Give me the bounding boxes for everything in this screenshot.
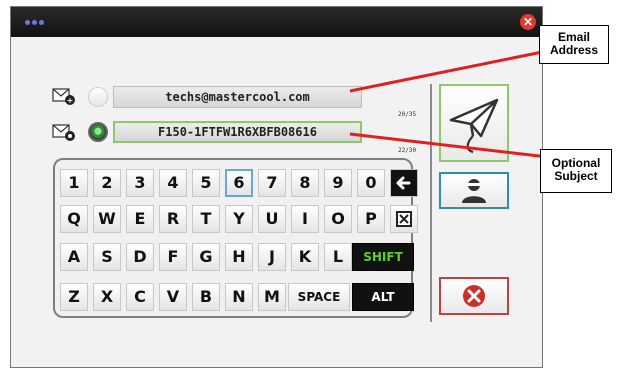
email-callout-line: [349, 46, 563, 93]
email-address-callout: Email Address: [539, 25, 609, 64]
optional-subject-callout-text: Optional Subject: [551, 156, 601, 183]
callout-lines: [349, 46, 574, 162]
optional-subject-callout: Optional Subject: [540, 149, 612, 193]
email-address-callout-text: Email Address: [549, 30, 599, 57]
